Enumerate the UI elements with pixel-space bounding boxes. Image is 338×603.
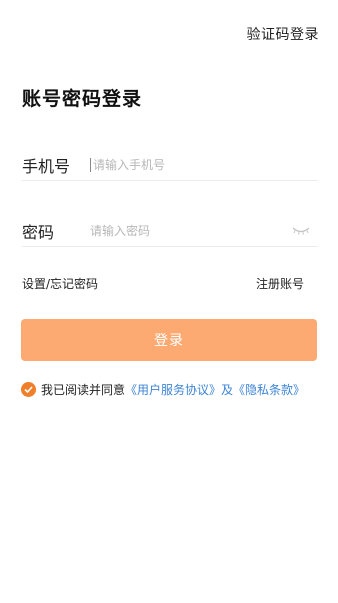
password-field: 密码: [22, 216, 318, 247]
eye-closed-icon[interactable]: [290, 224, 312, 238]
forgot-password-link[interactable]: 设置/忘记密码: [22, 275, 98, 292]
phone-field: 手机号: [22, 150, 318, 181]
login-page: 验证码登录 账号密码登录 手机号 密码 设置/忘记密码 注册账号 登录 我: [0, 0, 338, 603]
register-link[interactable]: 注册账号: [256, 275, 304, 292]
privacy-link[interactable]: 《隐私条款》: [233, 381, 305, 398]
sms-login-link[interactable]: 验证码登录: [247, 24, 320, 44]
page-title: 账号密码登录: [22, 88, 143, 110]
agreement-and: 及: [221, 383, 234, 397]
phone-label: 手机号: [22, 157, 71, 176]
login-button[interactable]: 登录: [21, 319, 317, 361]
agreement-prefix: 我已阅读并同意: [41, 383, 126, 397]
password-input[interactable]: [90, 224, 290, 238]
agreement-row: 我已阅读并同意 《用户服务协议》 及 《隐私条款》: [21, 381, 305, 398]
user-agreement-link[interactable]: 《用户服务协议》: [125, 381, 221, 398]
phone-input[interactable]: [90, 158, 318, 172]
account-links: 设置/忘记密码 注册账号: [22, 275, 304, 292]
password-label: 密码: [22, 223, 55, 242]
checkmark-icon[interactable]: [21, 382, 36, 397]
